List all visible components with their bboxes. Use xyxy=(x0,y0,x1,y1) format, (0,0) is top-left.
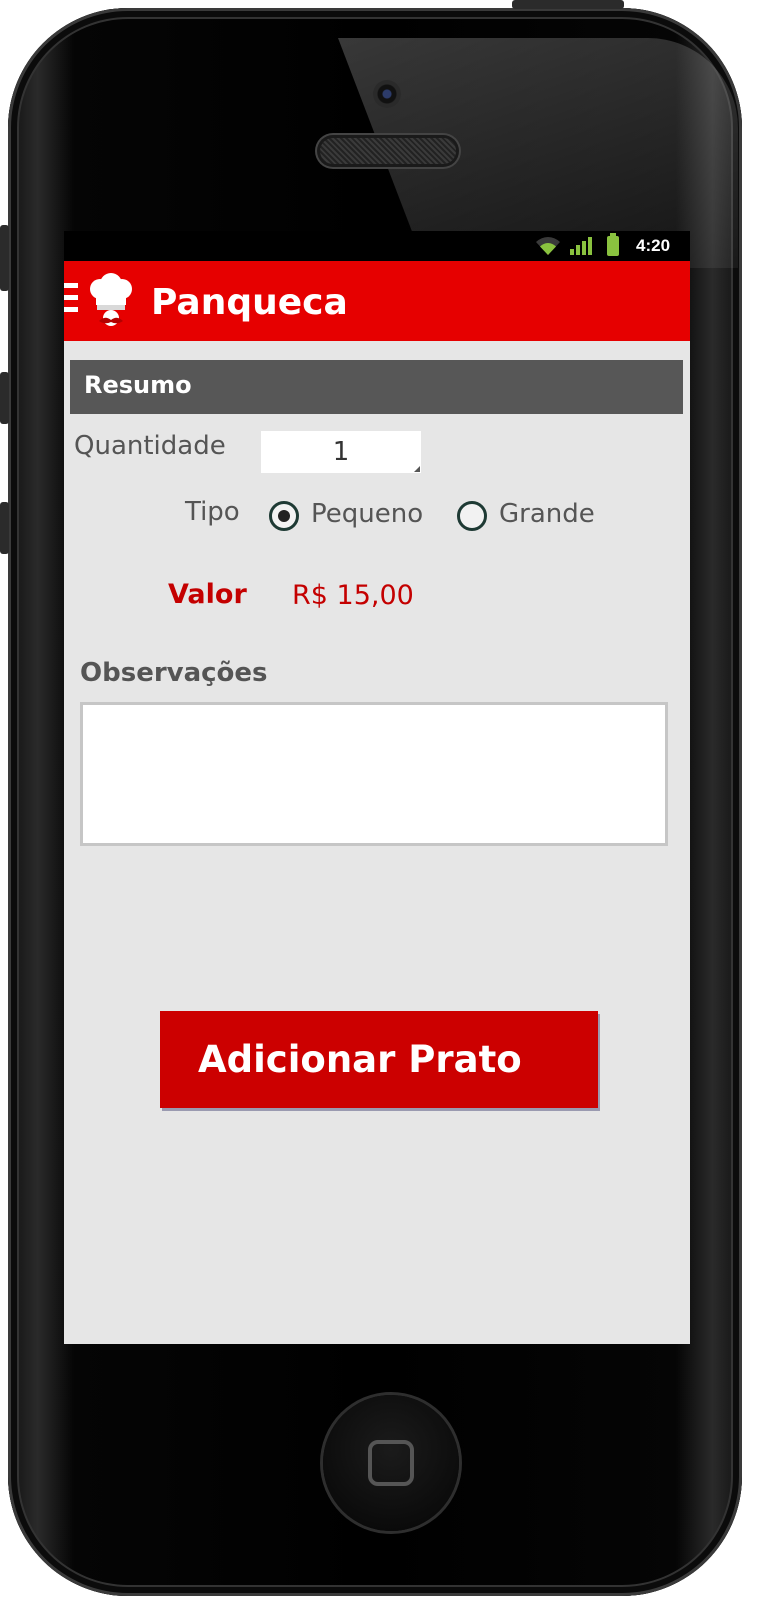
price-value: R$ 15,00 xyxy=(292,580,414,611)
earpiece-speaker xyxy=(320,138,456,164)
battery-icon xyxy=(607,233,619,256)
radio-small-label[interactable]: Pequeno xyxy=(311,499,423,529)
price-label: Valor xyxy=(168,579,247,610)
summary-header: Resumo xyxy=(70,360,683,414)
summary-title: Resumo xyxy=(84,371,192,399)
resize-corner-icon xyxy=(414,466,420,472)
power-button[interactable] xyxy=(512,0,624,9)
radio-small[interactable] xyxy=(269,501,299,531)
menu-icon[interactable] xyxy=(64,283,78,319)
status-bar: 4:20 xyxy=(64,231,690,261)
radio-large-label[interactable]: Grande xyxy=(499,499,595,529)
quantity-label: Quantidade xyxy=(74,431,226,461)
add-dish-button[interactable]: Adicionar Prato xyxy=(160,1011,598,1108)
volume-up-button[interactable] xyxy=(0,372,9,424)
app-title: Panqueca xyxy=(151,282,348,323)
notes-textarea[interactable] xyxy=(80,702,668,846)
action-bar: Panqueca xyxy=(64,261,690,341)
wifi-icon xyxy=(536,237,560,255)
notes-label: Observações xyxy=(80,658,268,688)
front-camera xyxy=(373,80,401,108)
status-time: 4:20 xyxy=(636,236,671,255)
type-label: Tipo xyxy=(185,497,240,527)
chef-hat-icon[interactable] xyxy=(86,273,136,331)
home-button[interactable] xyxy=(323,1395,459,1531)
app-screen: 4:20 Panqueca Resumo Quantidade Tipo Peq… xyxy=(64,231,690,1344)
mute-switch[interactable] xyxy=(0,225,9,291)
home-square-icon xyxy=(368,1440,414,1486)
signal-icon xyxy=(570,237,592,255)
radio-large[interactable] xyxy=(457,501,487,531)
volume-down-button[interactable] xyxy=(0,502,9,554)
quantity-input[interactable] xyxy=(261,431,421,473)
